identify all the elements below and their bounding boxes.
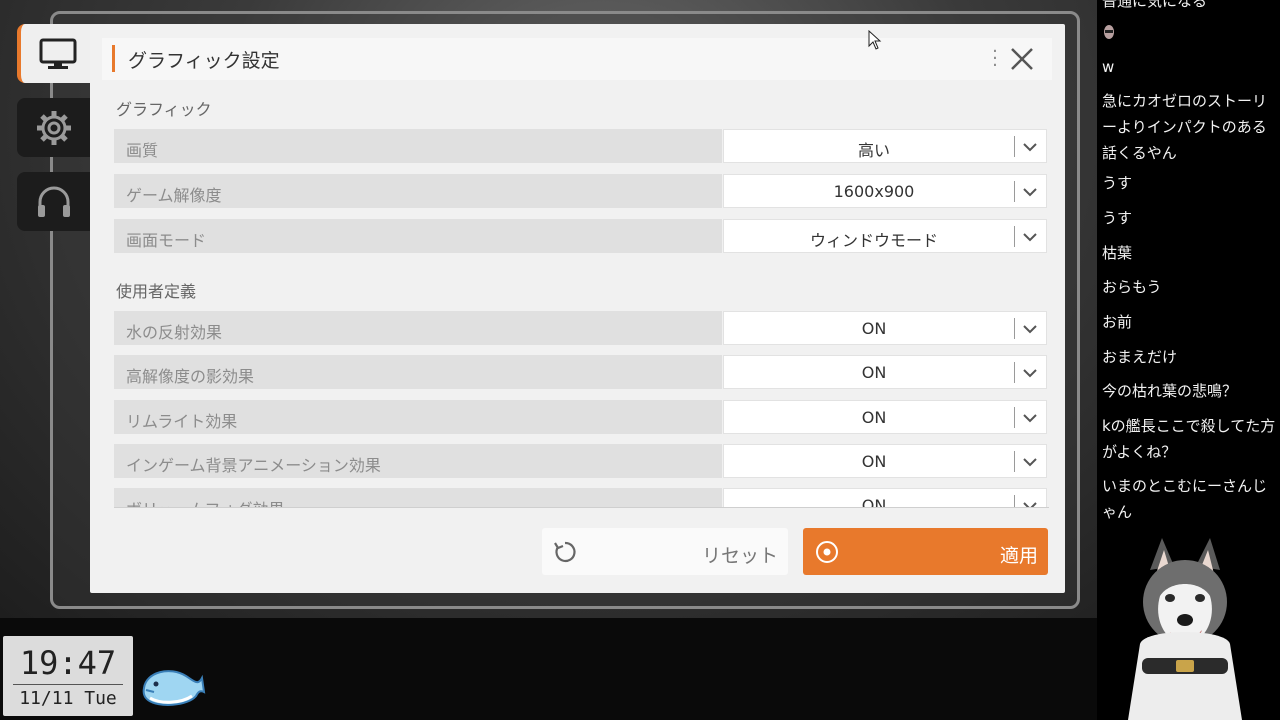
- setting-row-volume-fog: ボリュームフォグ効果 ON: [114, 488, 1047, 508]
- clock-time: 19:47: [19, 644, 117, 682]
- select-value: 1600x900: [833, 182, 915, 201]
- graphics-settings-panel: グラフィック設定 · · · グラフィック 画質 高い ゲーム解像度 1600x…: [90, 24, 1065, 593]
- setting-row-screen-mode: 画面モード ウィンドウモード: [114, 219, 1047, 253]
- setting-label: 水の反射効果: [126, 323, 223, 342]
- chat-message: いまのとこむにーさんじゃん: [1102, 477, 1268, 521]
- water-reflection-select[interactable]: ON: [723, 311, 1047, 345]
- chevron-down-icon: [1023, 458, 1037, 467]
- setting-row-water-reflection: 水の反射効果 ON: [114, 311, 1047, 345]
- chat-message: 急にカオゼロのストーリーよりインパクトのある話くるやん: [1102, 92, 1268, 162]
- chevron-down-icon: [1023, 188, 1037, 197]
- setting-row-quality: 画質 高い: [114, 129, 1047, 163]
- chevron-down-icon: [1023, 414, 1037, 423]
- setting-row-resolution: ゲーム解像度 1600x900: [114, 174, 1047, 208]
- panel-header: グラフィック設定 · · ·: [102, 38, 1052, 80]
- select-value: ON: [861, 496, 887, 508]
- chat-message: お前: [1102, 313, 1133, 331]
- setting-label: リムライト効果: [126, 412, 238, 431]
- chat-message: 今の枯れ葉の悲鳴？: [1102, 382, 1238, 400]
- select-value: ON: [861, 319, 887, 338]
- reset-label: リセット: [701, 545, 778, 567]
- panel-title: グラフィック設定: [128, 50, 280, 72]
- screen-mode-select[interactable]: ウィンドウモード: [723, 219, 1047, 253]
- reset-button[interactable]: リセット: [542, 528, 788, 575]
- section-title-custom: 使用者定義: [116, 282, 197, 301]
- tab-settings[interactable]: [17, 98, 91, 157]
- close-icon[interactable]: [1008, 45, 1036, 73]
- setting-row-hd-shadow: 高解像度の影効果 ON: [114, 355, 1047, 389]
- apply-label: 適用: [999, 545, 1038, 567]
- chat-message: うす: [1102, 209, 1133, 227]
- chevron-down-icon: [1023, 143, 1037, 152]
- chat-message: kの艦長ここで殺してた方がよくね？: [1102, 417, 1276, 461]
- select-value: 高い: [857, 141, 890, 160]
- reset-icon: [554, 541, 576, 563]
- rim-light-select[interactable]: ON: [723, 400, 1047, 434]
- tab-graphics[interactable]: [17, 24, 95, 83]
- select-value: ON: [861, 452, 887, 471]
- settings-list[interactable]: グラフィック 画質 高い ゲーム解像度 1600x900 画面モード ウィンドウ…: [114, 86, 1049, 508]
- headphones-icon: [38, 186, 70, 217]
- setting-label: ボリュームフォグ効果: [126, 496, 285, 507]
- section-title-graphics: グラフィック: [116, 100, 212, 119]
- volume-fog-select[interactable]: ON: [723, 488, 1047, 508]
- husky-avatar: [1128, 538, 1242, 720]
- setting-row-bg-animation: インゲーム背景アニメーション効果 ON: [114, 444, 1047, 478]
- user-avatar-icon: [1104, 25, 1114, 39]
- tab-audio[interactable]: [17, 172, 91, 231]
- chevron-down-icon: [1023, 502, 1037, 507]
- gear-icon: [37, 110, 71, 145]
- setting-label: 画質: [126, 141, 159, 160]
- select-value: ウィンドウモード: [809, 231, 938, 250]
- setting-label: 画面モード: [126, 231, 207, 250]
- setting-label: ゲーム解像度: [126, 186, 222, 205]
- game-window: グラフィック設定 · · · グラフィック 画質 高い ゲーム解像度 1600x…: [0, 0, 1097, 720]
- select-value: ON: [861, 363, 887, 382]
- chat-message: 枯葉: [1102, 244, 1133, 262]
- chat-message: おまえだけ: [1102, 348, 1178, 366]
- setting-label: 高解像度の影効果: [126, 367, 255, 386]
- bg-animation-select[interactable]: ON: [723, 444, 1047, 478]
- whale-mascot-icon: [142, 670, 206, 706]
- monitor-icon: [39, 38, 77, 69]
- apply-button[interactable]: 適用: [803, 528, 1048, 575]
- chevron-down-icon: [1023, 233, 1037, 242]
- more-options-icon[interactable]: · · ·: [992, 43, 998, 75]
- select-value: ON: [861, 408, 887, 427]
- title-accent-bar: [112, 45, 115, 72]
- chat-message: おらもう: [1102, 278, 1162, 296]
- hd-shadow-select[interactable]: ON: [723, 355, 1047, 389]
- chat-message: 普通に気になる: [1102, 0, 1208, 10]
- setting-label: インゲーム背景アニメーション効果: [126, 456, 381, 475]
- confirm-circle-icon: [816, 541, 838, 563]
- mouse-cursor-icon: [868, 30, 882, 50]
- chat-message: w: [1102, 58, 1115, 76]
- resolution-select[interactable]: 1600x900: [723, 174, 1047, 208]
- clock-date: 11/11 Tue: [19, 688, 117, 709]
- chevron-down-icon: [1023, 325, 1037, 334]
- chevron-down-icon: [1023, 369, 1037, 378]
- chat-message: うす: [1102, 174, 1133, 192]
- quality-select[interactable]: 高い: [723, 129, 1047, 163]
- clock-widget: 19:47 11/11 Tue: [3, 636, 133, 716]
- setting-row-rim-light: リムライト効果 ON: [114, 400, 1047, 434]
